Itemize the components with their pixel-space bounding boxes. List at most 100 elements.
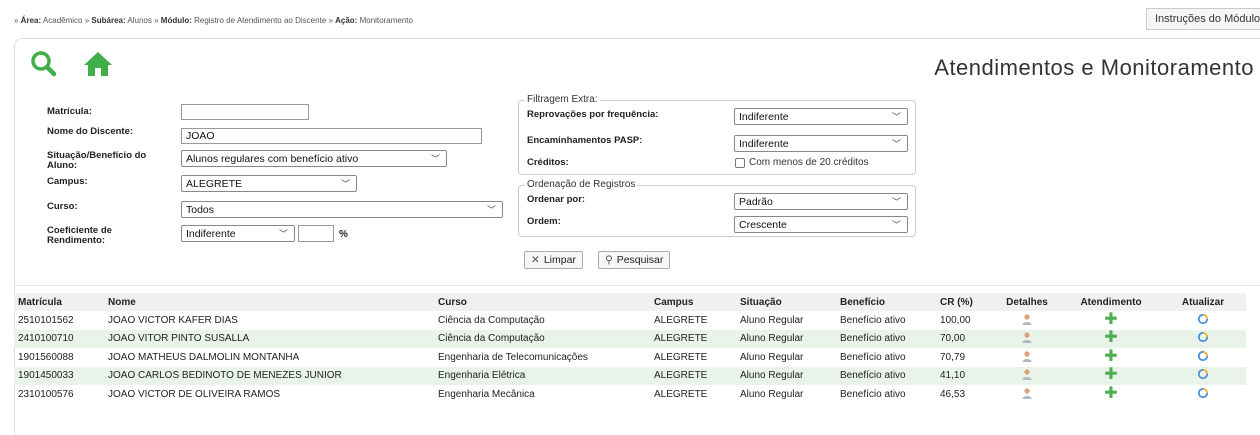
col-matricula[interactable]: Matrícula	[14, 293, 104, 311]
cell-nome: JOAO VITOR PINTO SUSALLA	[104, 329, 434, 348]
situacao-select[interactable]: Alunos regulares com benefício ativo ﹀	[181, 150, 447, 167]
user-icon[interactable]	[1021, 368, 1033, 381]
col-atualizar: Atualizar	[1160, 293, 1246, 311]
col-nome[interactable]: Nome	[104, 293, 434, 311]
atendimento-cell: ✚	[1062, 366, 1160, 385]
col-situacao[interactable]: Situação	[736, 293, 836, 311]
instructions-button[interactable]: Instruções do Módulo	[1146, 8, 1260, 30]
cell-situacao: Aluno Regular	[736, 329, 836, 348]
clear-button[interactable]: ✕ Limpar	[524, 251, 583, 269]
plus-icon[interactable]: ✚	[1104, 348, 1117, 365]
atualizar-cell	[1160, 366, 1246, 385]
cell-curso: Ciência da Computação	[434, 329, 650, 348]
reprovacoes-select[interactable]: Indiferente ﹀	[734, 108, 908, 125]
cell-situacao: Aluno Regular	[740, 351, 804, 363]
close-icon: ✕	[531, 254, 540, 266]
cell-curso: Engenharia de Telecomunicações	[438, 351, 588, 363]
cell-campus: ALEGRETE	[654, 388, 708, 400]
col-cr[interactable]: CR (%)	[936, 293, 992, 311]
ordem-label: Ordem:	[527, 216, 561, 227]
cell-cr: 100,00	[940, 314, 971, 326]
chevron-down-icon: ﹀	[340, 179, 350, 189]
details-cell	[992, 366, 1062, 385]
refresh-icon[interactable]	[1197, 368, 1209, 380]
atualizar-cell	[1160, 385, 1246, 404]
cr-label: Coeficiente de Rendimento:	[47, 225, 112, 246]
table-row: 1901560088 JOAO MATHEUS DALMOLIN MONTANHA…	[14, 348, 1246, 367]
ordem-select[interactable]: Crescente ﹀	[734, 216, 908, 233]
atendimento-cell: ✚	[1062, 329, 1160, 348]
creditos-label: Créditos:	[527, 157, 569, 168]
home-icon[interactable]	[83, 50, 113, 78]
chevron-down-icon: ﹀	[430, 154, 440, 164]
atendimento-cell: ✚	[1062, 385, 1160, 404]
chevron-down-icon: ﹀	[891, 220, 901, 230]
nome-label: Nome do Discente:	[47, 126, 134, 137]
chevron-down-icon: ﹀	[278, 229, 288, 239]
campus-select[interactable]: ALEGRETE ﹀	[181, 175, 357, 192]
user-icon[interactable]	[1021, 350, 1033, 362]
cell-curso: Ciência da Computação	[438, 314, 545, 326]
plus-icon[interactable]: ✚	[1104, 329, 1117, 346]
cell-matricula: 1901560088	[18, 351, 74, 363]
chevron-down-icon: ﹀	[891, 112, 901, 122]
atualizar-cell	[1160, 348, 1246, 367]
user-icon[interactable]	[1021, 313, 1033, 325]
cell-nome: JOAO VICTOR KAFER DIAS	[108, 314, 238, 326]
creditos-checkbox[interactable]	[735, 158, 745, 168]
matricula-label: Matrícula:	[47, 106, 92, 117]
cell-curso: Engenharia Elétrica	[434, 366, 650, 385]
cell-situacao: Aluno Regular	[740, 314, 804, 326]
search-icon: ⚲	[605, 254, 613, 266]
plus-icon[interactable]: ✚	[1104, 311, 1117, 328]
col-curso[interactable]: Curso	[434, 293, 650, 311]
matricula-input[interactable]	[181, 104, 309, 120]
refresh-icon[interactable]	[1197, 313, 1209, 325]
cr-select[interactable]: Indiferente ﹀	[181, 225, 295, 242]
details-cell	[992, 348, 1062, 367]
cell-campus: ALEGRETE	[654, 314, 708, 326]
cell-campus: ALEGRETE	[650, 366, 736, 385]
order-legend: Ordenação de Registros	[525, 179, 638, 190]
details-cell	[992, 385, 1062, 404]
table-row: 2310100576 JOAO VICTOR DE OLIVEIRA RAMOS E…	[14, 385, 1246, 404]
page-title: Atendimentos e Monitoramento	[934, 55, 1254, 80]
col-detalhes: Detalhes	[992, 293, 1062, 311]
plus-icon[interactable]: ✚	[1104, 366, 1117, 383]
atendimento-cell: ✚	[1062, 348, 1160, 367]
refresh-icon[interactable]	[1197, 350, 1209, 362]
table-row: 1901450033 JOAO CARLOS BEDINOTO DE MENEZE…	[14, 366, 1246, 385]
plus-icon[interactable]: ✚	[1104, 385, 1117, 402]
cell-matricula: 2310100576	[18, 388, 74, 400]
search-button[interactable]: ⚲ Pesquisar	[598, 251, 671, 269]
cell-beneficio: Benefício ativo	[836, 366, 936, 385]
reprovacoes-label: Reprovações por frequência:	[527, 109, 659, 120]
user-icon[interactable]	[1021, 331, 1033, 344]
atendimento-cell: ✚	[1062, 311, 1160, 330]
cell-nome: JOAO CARLOS BEDINOTO DE MENEZES JUNIOR	[104, 366, 434, 385]
ordenar-select[interactable]: Padrão ﹀	[734, 193, 908, 210]
extra-filter-legend: Filtragem Extra:	[525, 94, 600, 105]
cell-cr: 70,79	[940, 351, 966, 363]
nome-input[interactable]: JOAO	[181, 128, 482, 144]
curso-select[interactable]: Todos ﹀	[181, 201, 503, 218]
col-atendimento: Atendimento	[1062, 293, 1160, 311]
col-campus[interactable]: Campus	[650, 293, 736, 311]
user-icon[interactable]	[1021, 387, 1033, 399]
cell-nome: JOAO VICTOR DE OLIVEIRA RAMOS	[108, 388, 281, 400]
cell-cr: 70,00	[936, 329, 992, 348]
pasp-label: Encaminhamentos PASP:	[527, 135, 643, 146]
table-row: 2410100710 JOAO VITOR PINTO SUSALLA Ciênci…	[14, 329, 1246, 348]
search-icon[interactable]	[29, 50, 59, 78]
atualizar-cell	[1160, 329, 1246, 348]
table-header-row: Matrícula Nome Curso Campus Situação Ben…	[14, 293, 1246, 311]
situacao-label: Situação/Benefício do Aluno:	[47, 150, 147, 171]
refresh-icon[interactable]	[1197, 331, 1209, 343]
top-bar: » Área: Acadêmico » Subárea: Alunos » Mó…	[0, 0, 1260, 40]
refresh-icon[interactable]	[1197, 387, 1209, 399]
pasp-select[interactable]: Indiferente ﹀	[734, 135, 908, 152]
cr-number-input[interactable]	[298, 225, 334, 242]
campus-label: Campus:	[47, 176, 88, 187]
cell-matricula: 2510101562	[18, 314, 74, 326]
col-beneficio[interactable]: Benefício	[836, 293, 936, 311]
